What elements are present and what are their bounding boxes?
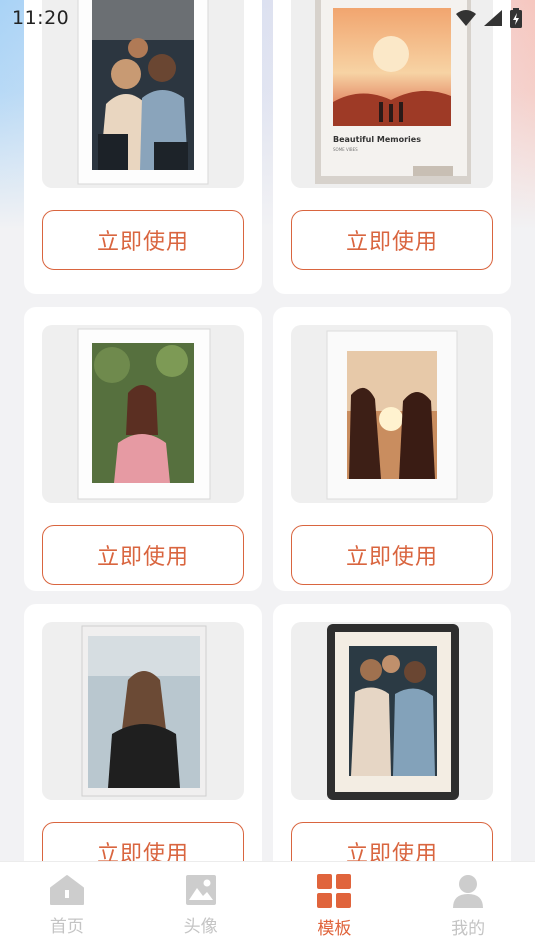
use-template-button[interactable]: 立即使用 <box>291 210 493 270</box>
template-card[interactable]: 立即使用 <box>24 604 262 888</box>
tab-templates[interactable]: 模板 <box>268 862 402 951</box>
tab-label: 首页 <box>49 917 84 937</box>
grid-icon <box>317 874 352 908</box>
template-preview[interactable] <box>42 325 244 503</box>
bottom-tab-bar: 首页 头像 模板 我的 <box>0 861 535 951</box>
tab-profile[interactable]: 我的 <box>401 862 535 951</box>
template-card[interactable]: 立即使用 <box>273 604 511 888</box>
white-frame-photo <box>326 330 458 500</box>
use-template-button[interactable]: 立即使用 <box>291 525 493 585</box>
tab-home[interactable]: 首页 <box>0 862 134 951</box>
signal-icon <box>484 10 502 26</box>
person-icon <box>453 875 484 908</box>
template-preview[interactable] <box>42 622 244 800</box>
use-template-button[interactable]: 立即使用 <box>42 210 244 270</box>
rough-white-frame-photo <box>81 625 207 797</box>
white-frame-photo <box>77 328 211 500</box>
template-card[interactable]: 立即使用 <box>24 307 262 591</box>
status-time: 11:20 <box>12 7 70 29</box>
tab-label: 我的 <box>451 919 486 939</box>
home-icon <box>49 875 84 905</box>
tab-avatar[interactable]: 头像 <box>134 862 268 951</box>
template-card[interactable]: 立即使用 <box>273 307 511 591</box>
tab-label: 模板 <box>317 919 352 939</box>
template-preview[interactable] <box>291 325 493 503</box>
wifi-icon <box>456 10 476 26</box>
black-frame-photo <box>327 624 459 800</box>
tab-label: 头像 <box>183 917 218 937</box>
battery-charging-icon <box>510 8 522 28</box>
poster-caption: Beautiful Memories <box>333 135 421 144</box>
use-template-button[interactable]: 立即使用 <box>42 525 244 585</box>
template-card[interactable]: 立即使用 <box>24 0 262 294</box>
status-bar: 11:20 <box>0 0 535 36</box>
template-card[interactable]: Beautiful Memories SOME VIBES 立即使用 <box>273 0 511 294</box>
template-preview[interactable] <box>291 622 493 800</box>
poster-sub-caption: SOME VIBES <box>333 147 358 152</box>
status-icons <box>455 8 523 28</box>
image-icon <box>185 875 216 905</box>
